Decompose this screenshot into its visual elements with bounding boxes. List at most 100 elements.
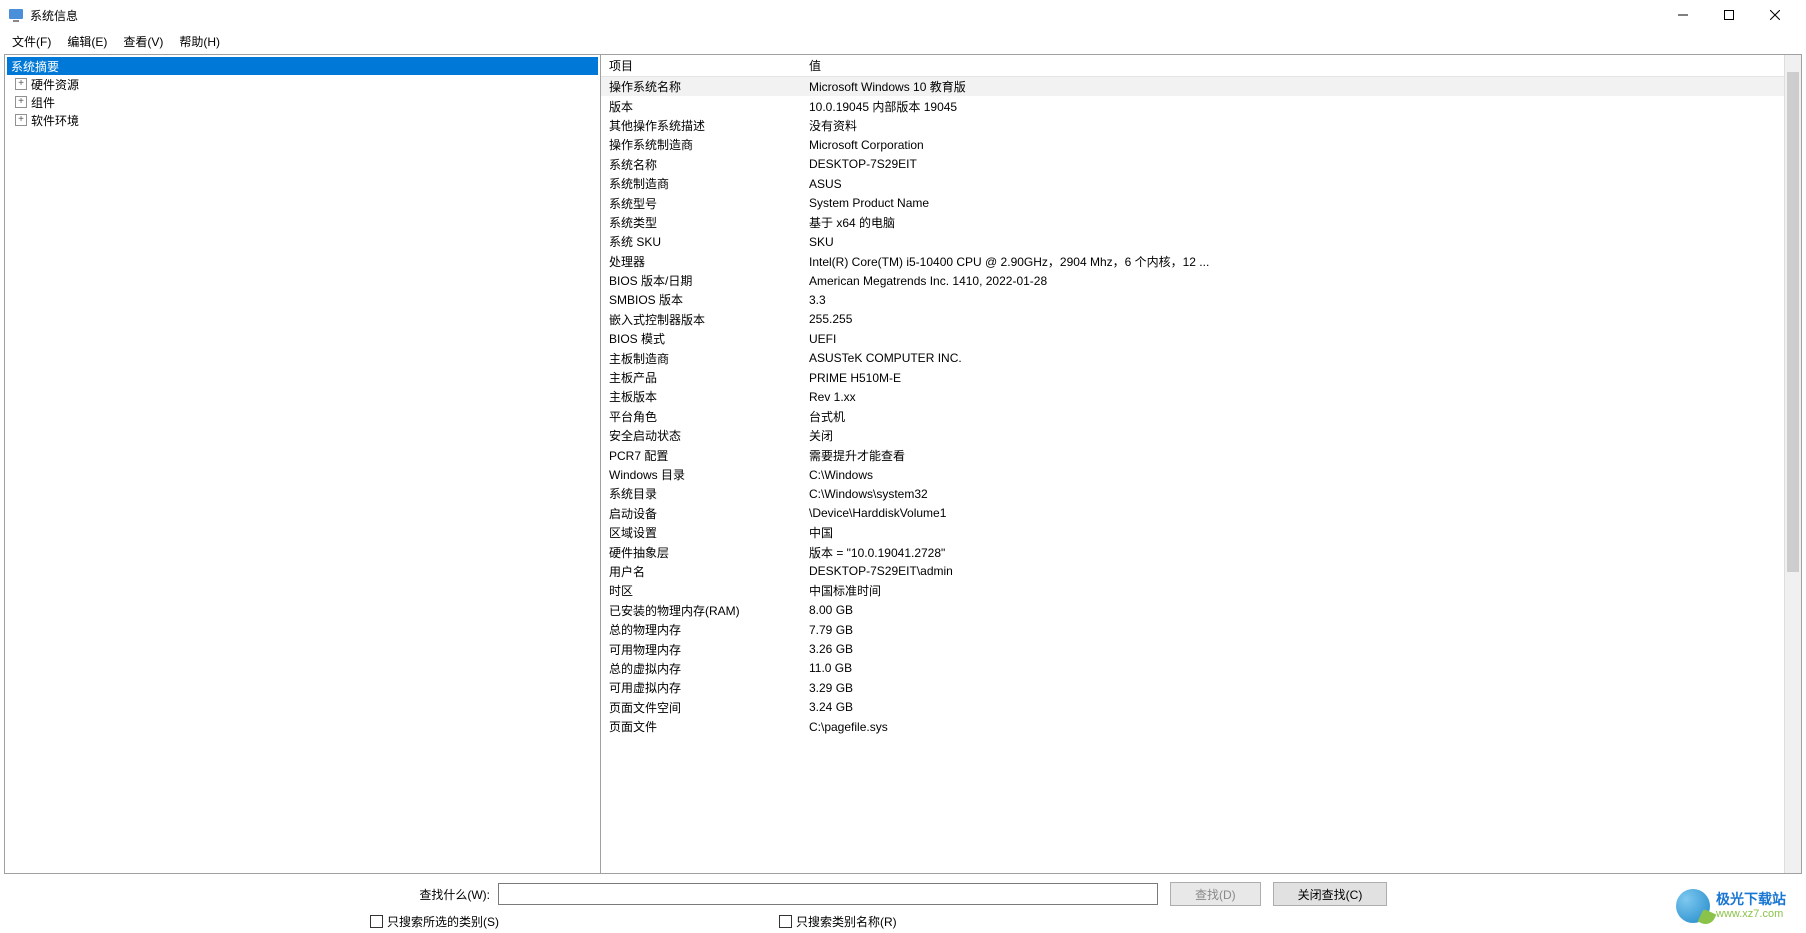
close-button[interactable] bbox=[1752, 0, 1798, 30]
vertical-scrollbar[interactable] bbox=[1784, 55, 1801, 873]
tree-node-hardware[interactable]: + 硬件资源 bbox=[7, 75, 598, 93]
table-row[interactable]: 系统型号System Product Name bbox=[601, 193, 1784, 212]
tree-label: 系统摘要 bbox=[11, 58, 59, 75]
tree-label: 硬件资源 bbox=[31, 76, 79, 93]
table-row[interactable]: 嵌入式控制器版本255.255 bbox=[601, 310, 1784, 329]
menu-help[interactable]: 帮助(H) bbox=[171, 31, 228, 52]
table-row[interactable]: 硬件抽象层版本 = "10.0.19041.2728" bbox=[601, 542, 1784, 561]
cell-value: 中国 bbox=[801, 523, 1784, 542]
cell-value: C:\pagefile.sys bbox=[801, 719, 1784, 735]
cell-item: 操作系统制造商 bbox=[601, 135, 801, 154]
tree-panel[interactable]: 系统摘要 + 硬件资源 + 组件 + 软件环境 bbox=[5, 55, 601, 873]
cell-value: 3.3 bbox=[801, 292, 1784, 308]
cell-value: 中国标准时间 bbox=[801, 581, 1784, 600]
table-row[interactable]: 处理器Intel(R) Core(TM) i5-10400 CPU @ 2.90… bbox=[601, 252, 1784, 271]
table-row[interactable]: 操作系统名称Microsoft Windows 10 教育版 bbox=[601, 77, 1784, 96]
cell-item: 可用虚拟内存 bbox=[601, 678, 801, 697]
table-row[interactable]: 系统制造商ASUS bbox=[601, 174, 1784, 193]
cell-item: 启动设备 bbox=[601, 504, 801, 523]
menu-bar: 文件(F) 编辑(E) 查看(V) 帮助(H) bbox=[0, 30, 1806, 52]
detail-table[interactable]: 项目 值 操作系统名称Microsoft Windows 10 教育版版本10.… bbox=[601, 55, 1784, 873]
table-row[interactable]: PCR7 配置需要提升才能查看 bbox=[601, 445, 1784, 464]
header-item[interactable]: 项目 bbox=[601, 55, 801, 76]
cell-item: 页面文件 bbox=[601, 717, 801, 736]
watermark-icon bbox=[1676, 889, 1710, 923]
table-row[interactable]: 主板产品PRIME H510M-E bbox=[601, 368, 1784, 387]
expand-icon[interactable]: + bbox=[15, 96, 27, 108]
cell-value: 基于 x64 的电脑 bbox=[801, 213, 1784, 232]
table-row[interactable]: 可用虚拟内存3.29 GB bbox=[601, 678, 1784, 697]
cell-item: 嵌入式控制器版本 bbox=[601, 310, 801, 329]
cell-item: BIOS 版本/日期 bbox=[601, 271, 801, 290]
cell-item: 已安装的物理内存(RAM) bbox=[601, 601, 801, 620]
table-row[interactable]: 主板制造商ASUSTeK COMPUTER INC. bbox=[601, 348, 1784, 367]
cell-item: 总的虚拟内存 bbox=[601, 659, 801, 678]
window-title: 系统信息 bbox=[30, 7, 1660, 24]
maximize-button[interactable] bbox=[1706, 0, 1752, 30]
table-row[interactable]: 系统类型基于 x64 的电脑 bbox=[601, 213, 1784, 232]
table-row[interactable]: BIOS 模式UEFI bbox=[601, 329, 1784, 348]
table-row[interactable]: 启动设备\Device\HarddiskVolume1 bbox=[601, 504, 1784, 523]
tree-node-software[interactable]: + 软件环境 bbox=[7, 111, 598, 129]
table-row[interactable]: 用户名DESKTOP-7S29EIT\admin bbox=[601, 562, 1784, 581]
cell-item: 用户名 bbox=[601, 562, 801, 581]
cell-value: Microsoft Windows 10 教育版 bbox=[801, 77, 1784, 96]
table-header: 项目 值 bbox=[601, 55, 1784, 77]
table-row[interactable]: 总的虚拟内存11.0 GB bbox=[601, 659, 1784, 678]
checkbox-names-only[interactable]: 只搜索类别名称(R) bbox=[779, 913, 897, 930]
table-row[interactable]: 页面文件C:\pagefile.sys bbox=[601, 717, 1784, 736]
cell-value: 8.00 GB bbox=[801, 602, 1784, 618]
detail-panel: 项目 值 操作系统名称Microsoft Windows 10 教育版版本10.… bbox=[601, 55, 1801, 873]
find-button[interactable]: 查找(D) bbox=[1170, 882, 1261, 906]
table-row[interactable]: 安全启动状态关闭 bbox=[601, 426, 1784, 445]
tree-label: 组件 bbox=[31, 94, 55, 111]
table-row[interactable]: SMBIOS 版本3.3 bbox=[601, 290, 1784, 309]
cell-item: 主板版本 bbox=[601, 387, 801, 406]
cell-value: 7.79 GB bbox=[801, 622, 1784, 638]
table-row[interactable]: 区域设置中国 bbox=[601, 523, 1784, 542]
watermark: 极光下载站 www.xz7.com bbox=[1676, 889, 1786, 923]
table-row[interactable]: 页面文件空间3.24 GB bbox=[601, 698, 1784, 717]
expand-icon[interactable]: + bbox=[15, 114, 27, 126]
table-row[interactable]: Windows 目录C:\Windows bbox=[601, 465, 1784, 484]
table-row[interactable]: 已安装的物理内存(RAM)8.00 GB bbox=[601, 601, 1784, 620]
table-row[interactable]: 平台角色台式机 bbox=[601, 407, 1784, 426]
cell-item: 其他操作系统描述 bbox=[601, 116, 801, 135]
menu-edit[interactable]: 编辑(E) bbox=[59, 31, 115, 52]
watermark-name: 极光下载站 bbox=[1716, 892, 1786, 907]
cell-value: ASUS bbox=[801, 176, 1784, 192]
table-row[interactable]: 时区中国标准时间 bbox=[601, 581, 1784, 600]
cell-value: C:\Windows\system32 bbox=[801, 486, 1784, 502]
checkbox-icon[interactable] bbox=[779, 915, 792, 928]
table-row[interactable]: 系统目录C:\Windows\system32 bbox=[601, 484, 1784, 503]
cell-value: 没有资料 bbox=[801, 116, 1784, 135]
table-row[interactable]: 系统 SKUSKU bbox=[601, 232, 1784, 251]
table-row[interactable]: 操作系统制造商Microsoft Corporation bbox=[601, 135, 1784, 154]
checkbox-icon[interactable] bbox=[370, 915, 383, 928]
close-find-button[interactable]: 关闭查找(C) bbox=[1273, 882, 1388, 906]
menu-view[interactable]: 查看(V) bbox=[115, 31, 171, 52]
header-value[interactable]: 值 bbox=[801, 55, 1784, 76]
table-row[interactable]: 版本10.0.19045 内部版本 19045 bbox=[601, 96, 1784, 115]
table-row[interactable]: 总的物理内存7.79 GB bbox=[601, 620, 1784, 639]
cell-item: 平台角色 bbox=[601, 407, 801, 426]
cell-value: 11.0 GB bbox=[801, 660, 1784, 676]
table-row[interactable]: 主板版本Rev 1.xx bbox=[601, 387, 1784, 406]
expand-icon[interactable]: + bbox=[15, 78, 27, 90]
cell-item: BIOS 模式 bbox=[601, 329, 801, 348]
tree-node-components[interactable]: + 组件 bbox=[7, 93, 598, 111]
table-row[interactable]: 可用物理内存3.26 GB bbox=[601, 639, 1784, 658]
minimize-button[interactable] bbox=[1660, 0, 1706, 30]
checkbox-selected-only[interactable]: 只搜索所选的类别(S) bbox=[370, 913, 499, 930]
search-input[interactable] bbox=[498, 883, 1158, 905]
menu-file[interactable]: 文件(F) bbox=[4, 31, 59, 52]
table-row[interactable]: 系统名称DESKTOP-7S29EIT bbox=[601, 155, 1784, 174]
cell-value: 10.0.19045 内部版本 19045 bbox=[801, 97, 1784, 116]
cell-item: 可用物理内存 bbox=[601, 640, 801, 659]
cell-value: ASUSTeK COMPUTER INC. bbox=[801, 350, 1784, 366]
table-row[interactable]: BIOS 版本/日期American Megatrends Inc. 1410,… bbox=[601, 271, 1784, 290]
tree-node-system-summary[interactable]: 系统摘要 bbox=[7, 57, 598, 75]
cell-value: 台式机 bbox=[801, 407, 1784, 426]
table-row[interactable]: 其他操作系统描述没有资料 bbox=[601, 116, 1784, 135]
scrollbar-thumb[interactable] bbox=[1787, 72, 1799, 572]
